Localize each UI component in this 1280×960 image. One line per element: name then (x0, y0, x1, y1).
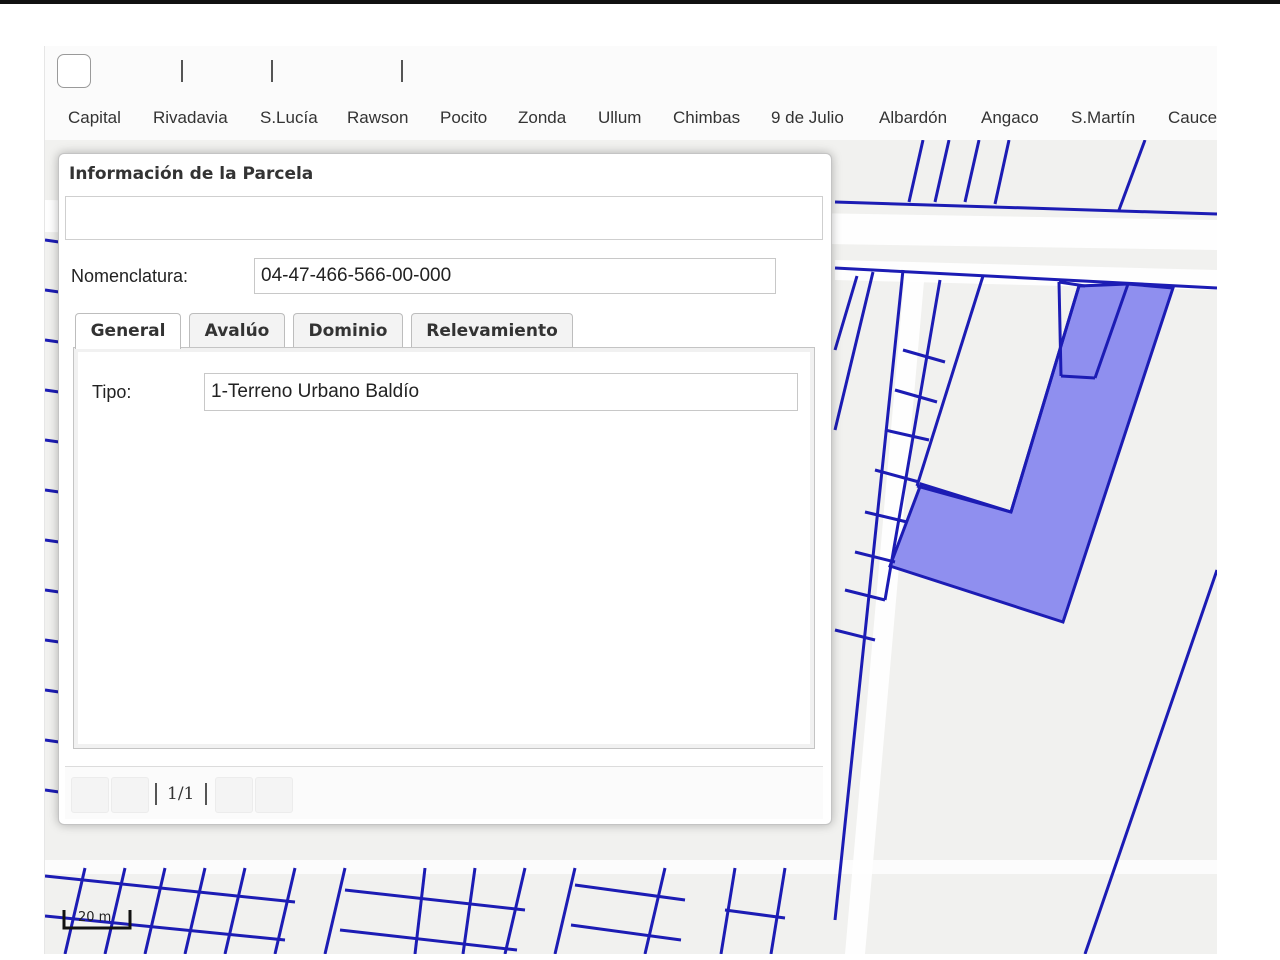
toolbar-separator (401, 60, 403, 82)
tab-general[interactable]: General (75, 313, 181, 349)
dept-9-de-julio[interactable]: 9 de Julio (771, 108, 844, 128)
dept-pocito[interactable]: Pocito (440, 108, 487, 128)
pagination-bar: 1/1 (65, 766, 823, 819)
tipo-field[interactable] (204, 373, 798, 411)
dept-cauce[interactable]: Cauce (1168, 108, 1217, 128)
tab-relevamiento[interactable]: Relevamiento (411, 313, 573, 347)
page-indicator: 1/1 (167, 784, 195, 804)
window-top-border (0, 0, 1280, 4)
pagination-separator (155, 783, 157, 805)
toolbar (45, 46, 1217, 97)
dept-rivadavia[interactable]: Rivadavia (153, 108, 228, 128)
prev-page-button[interactable] (111, 777, 149, 813)
tool-button[interactable] (57, 54, 91, 88)
dept-zonda[interactable]: Zonda (518, 108, 566, 128)
first-page-button[interactable] (71, 777, 109, 813)
tab-avaluo[interactable]: Avalúo (189, 313, 285, 347)
tipo-label: Tipo: (92, 382, 132, 402)
department-bar: Capital Rivadavia S.Lucía Rawson Pocito … (45, 96, 1217, 140)
scale-label: 20 m (78, 910, 112, 925)
nomenclatura-label: Nomenclatura: (71, 266, 189, 286)
parcel-info-panel: Información de la Parcela Nomenclatura: … (58, 153, 832, 825)
scale-bar: 20 m (62, 906, 134, 939)
dept-capital[interactable]: Capital (68, 108, 121, 128)
dept-albardon[interactable]: Albardón (879, 108, 947, 128)
dept-angaco[interactable]: Angaco (981, 108, 1039, 128)
dept-s-martin[interactable]: S.Martín (1071, 108, 1135, 128)
last-page-button[interactable] (255, 777, 293, 813)
toolbar-separator (181, 60, 183, 82)
tab-dominio[interactable]: Dominio (293, 313, 403, 347)
dept-s-lucia[interactable]: S.Lucía (260, 108, 318, 128)
nomenclatura-field[interactable] (254, 258, 776, 294)
dept-chimbas[interactable]: Chimbas (673, 108, 740, 128)
next-page-button[interactable] (215, 777, 253, 813)
panel-title: Información de la Parcela (69, 164, 314, 184)
pagination-separator (205, 783, 207, 805)
toolbar-separator (271, 60, 273, 82)
dept-rawson[interactable]: Rawson (347, 108, 408, 128)
panel-toolbar (65, 196, 823, 240)
dept-ullum[interactable]: Ullum (598, 108, 641, 128)
tab-content-general: Tipo: (73, 347, 815, 749)
